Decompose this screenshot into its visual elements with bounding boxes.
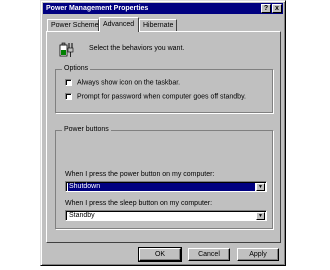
power-buttons-group: Power buttons When I press the power but… xyxy=(55,126,273,229)
power-management-dialog: Power Management Properties ? x Power Sc… xyxy=(40,0,286,266)
prompt-password-label: Prompt for password when computer goes o… xyxy=(77,93,246,101)
title-bar[interactable]: Power Management Properties ? x xyxy=(43,3,283,14)
chevron-down-icon[interactable]: ▼ xyxy=(256,183,265,191)
sleep-button-label: When I press the sleep button on my comp… xyxy=(65,200,213,207)
prompt-password-option[interactable]: Prompt for password when computer goes o… xyxy=(65,93,246,101)
power-button-value: Shutdown xyxy=(68,183,255,191)
power-button-label: When I press the power button on my comp… xyxy=(65,171,215,178)
close-button[interactable]: x xyxy=(272,4,282,13)
cancel-button[interactable]: Cancel xyxy=(188,248,230,261)
window-title: Power Management Properties xyxy=(46,5,149,12)
battery-plug-icon xyxy=(59,42,74,57)
options-group: Options Always show icon on the taskbar.… xyxy=(55,65,273,113)
options-group-title: Options xyxy=(62,65,91,72)
show-icon-checkbox[interactable] xyxy=(65,79,72,86)
sleep-button-select[interactable]: Standby ▼ xyxy=(65,210,267,221)
apply-button[interactable]: Apply xyxy=(237,248,279,261)
prompt-password-checkbox[interactable] xyxy=(65,93,72,100)
help-button[interactable]: ? xyxy=(261,4,271,13)
chevron-down-icon[interactable]: ▼ xyxy=(256,212,265,220)
power-buttons-group-title: Power buttons xyxy=(62,126,111,133)
show-icon-label: Always show icon on the taskbar. xyxy=(77,79,181,87)
sleep-button-value: Standby xyxy=(69,212,95,219)
tab-hibernate[interactable]: Hibernate xyxy=(139,19,177,31)
advanced-tab-panel: Select the behaviors you want. Options A… xyxy=(46,31,281,243)
ok-button[interactable]: OK xyxy=(138,247,182,262)
intro-text: Select the behaviors you want. xyxy=(89,45,185,52)
tab-power-schemes[interactable]: Power Schemes xyxy=(47,19,102,31)
tab-advanced[interactable]: Advanced xyxy=(99,17,139,32)
show-icon-option[interactable]: Always show icon on the taskbar. xyxy=(65,79,180,87)
power-button-select[interactable]: Shutdown ▼ xyxy=(65,181,267,192)
